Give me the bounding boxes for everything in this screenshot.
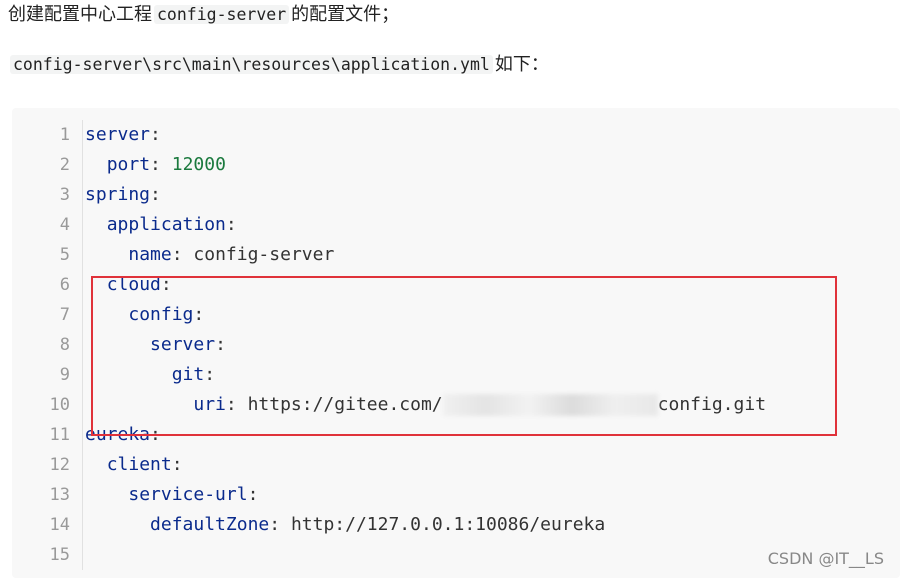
yaml-key: client (106, 454, 172, 475)
line-number: 11 (49, 425, 70, 445)
line-number: 10 (49, 395, 70, 415)
yaml-separator: : (150, 154, 172, 175)
line-number: 13 (49, 485, 70, 505)
intro-suffix: 的配置文件； (291, 4, 400, 25)
code-line: client: (85, 450, 766, 480)
file-path-paragraph: config-server\src\main\resources\applica… (8, 53, 549, 77)
line-number: 9 (59, 365, 70, 385)
code-line: spring: (85, 180, 766, 210)
line-number: 4 (59, 215, 70, 235)
yaml-separator: : (225, 214, 237, 235)
yaml-key: name (128, 244, 172, 265)
yaml-separator: : (171, 454, 183, 475)
yaml-separator: : (247, 484, 259, 505)
yaml-key: spring (85, 184, 151, 205)
project-inline-code: config-server (154, 5, 290, 24)
line-number-gutter: 1 2 3 4 5 6 7 8 9 10 11 12 13 14 15 (12, 120, 83, 570)
code-line: server: (85, 120, 766, 150)
code-line: application: (85, 210, 766, 240)
intro-prefix: 创建配置中心工程 (8, 4, 152, 25)
yaml-value: http://127.0.0.1:10086/eureka (290, 514, 606, 535)
yaml-separator: : (150, 184, 161, 205)
yaml-separator: : (150, 124, 161, 145)
line-number: 12 (49, 455, 70, 475)
line-number: 1 (59, 125, 70, 145)
watermark: CSDN @IT__LS (767, 549, 884, 568)
line-number: 2 (59, 155, 70, 175)
line-number: 5 (59, 245, 70, 265)
yaml-value: 12000 (171, 154, 226, 175)
yaml-value: config-server (193, 244, 335, 265)
line-number: 14 (49, 515, 70, 535)
yaml-key: port (106, 154, 151, 175)
code-line: defaultZone: http://127.0.0.1:10086/eure… (85, 510, 766, 540)
intro-paragraph: 创建配置中心工程 config-server 的配置文件； (8, 3, 399, 27)
line-number: 8 (59, 335, 70, 355)
highlight-box (91, 276, 837, 436)
yaml-key: application (106, 214, 226, 235)
code-line: name: config-server (85, 240, 766, 270)
code-line: port: 12000 (85, 150, 766, 180)
code-line: service-url: (85, 480, 766, 510)
yaml-separator: : (171, 244, 194, 265)
file-path-inline-code: config-server\src\main\resources\applica… (10, 55, 493, 74)
article-page: 创建配置中心工程 config-server 的配置文件； config-serve… (0, 0, 900, 578)
yaml-key: defaultZone (150, 514, 270, 535)
line-number: 7 (59, 305, 70, 325)
yaml-separator: : (269, 514, 291, 535)
yaml-key: service-url (128, 484, 248, 505)
line-number: 3 (59, 185, 70, 205)
file-path-suffix: 如下： (494, 54, 549, 75)
line-number: 15 (49, 545, 70, 565)
yaml-key: server (85, 124, 151, 145)
line-number: 6 (59, 275, 70, 295)
